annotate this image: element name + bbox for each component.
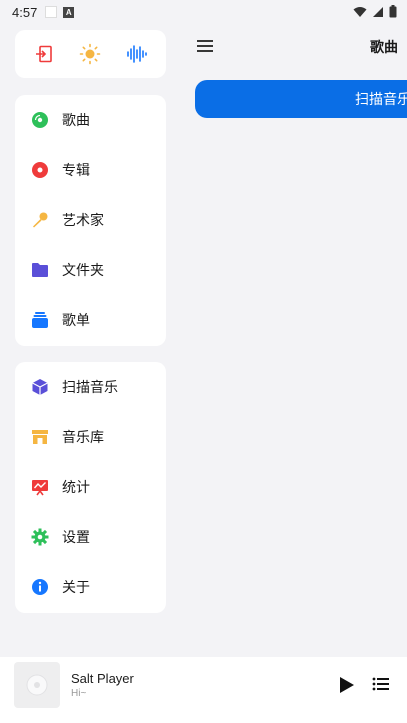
status-bar: 4:57 A — [0, 0, 407, 24]
info-icon — [30, 577, 50, 597]
exit-icon[interactable] — [32, 42, 56, 66]
store-icon — [30, 427, 50, 447]
scan-cube-icon — [30, 377, 50, 397]
notification-icon — [45, 6, 58, 18]
library-menu-card: 歌曲 专辑 艺术家 文件夹 歌单 — [15, 95, 166, 346]
menu-item-label: 统计 — [62, 480, 90, 496]
wifi-icon — [353, 6, 367, 17]
album-art[interactable] — [14, 662, 60, 708]
menu-item-music-library[interactable]: 音乐库 — [15, 412, 166, 462]
tools-menu-card: 扫描音乐 音乐库 统计 设置 关于 — [15, 362, 166, 613]
status-time: 4:57 — [12, 4, 38, 20]
menu-item-label: 歌单 — [62, 313, 90, 329]
menu-item-label: 关于 — [62, 580, 90, 596]
microphone-icon — [30, 210, 50, 230]
scan-music-button-label: 扫描音乐 — [355, 92, 407, 108]
menu-item-label: 艺术家 — [62, 213, 104, 229]
menu-item-label: 音乐库 — [62, 430, 104, 446]
album-icon — [30, 160, 50, 180]
menu-item-label: 文件夹 — [62, 263, 104, 279]
menu-item-label: 扫描音乐 — [62, 380, 118, 396]
stats-icon — [30, 477, 50, 497]
theme-sun-icon[interactable] — [78, 42, 102, 66]
menu-item-playlists[interactable]: 歌单 — [15, 295, 166, 345]
menu-item-label: 设置 — [62, 530, 90, 546]
menu-item-settings[interactable]: 设置 — [15, 512, 166, 562]
scan-music-button[interactable]: 扫描音乐 — [195, 80, 407, 118]
folder-icon — [30, 260, 50, 280]
mini-player[interactable]: Salt Player Hi~ — [0, 657, 407, 723]
menu-hamburger-icon[interactable] — [196, 38, 216, 56]
gear-icon — [30, 527, 50, 547]
app-root: 4:57 A 歌曲 专辑 艺术家 文件夹 歌单 扫描音乐 音乐库 统计 设置 关… — [0, 0, 407, 723]
menu-item-scan-music[interactable]: 扫描音乐 — [15, 362, 166, 412]
player-track-subtitle: Hi~ — [71, 688, 87, 699]
quick-actions-card — [15, 30, 166, 78]
page-title: 歌曲 — [370, 40, 398, 56]
menu-item-about[interactable]: 关于 — [15, 562, 166, 612]
album-placeholder-icon — [26, 674, 48, 696]
play-icon[interactable] — [336, 675, 356, 695]
menu-item-folders[interactable]: 文件夹 — [15, 245, 166, 295]
menu-item-statistics[interactable]: 统计 — [15, 462, 166, 512]
equalizer-icon[interactable] — [125, 42, 149, 66]
status-icons — [353, 5, 397, 18]
playlist-icon — [30, 310, 50, 330]
disc-icon — [30, 110, 50, 130]
player-track-title: Salt Player — [71, 671, 134, 686]
menu-item-albums[interactable]: 专辑 — [15, 145, 166, 195]
battery-icon — [389, 5, 397, 18]
signal-icon — [373, 6, 383, 17]
menu-item-label: 歌曲 — [62, 113, 90, 129]
queue-list-icon[interactable] — [372, 676, 392, 694]
status-badge: A — [63, 6, 75, 18]
menu-item-artists[interactable]: 艺术家 — [15, 195, 166, 245]
menu-item-label: 专辑 — [62, 163, 90, 179]
menu-item-songs[interactable]: 歌曲 — [15, 95, 166, 145]
